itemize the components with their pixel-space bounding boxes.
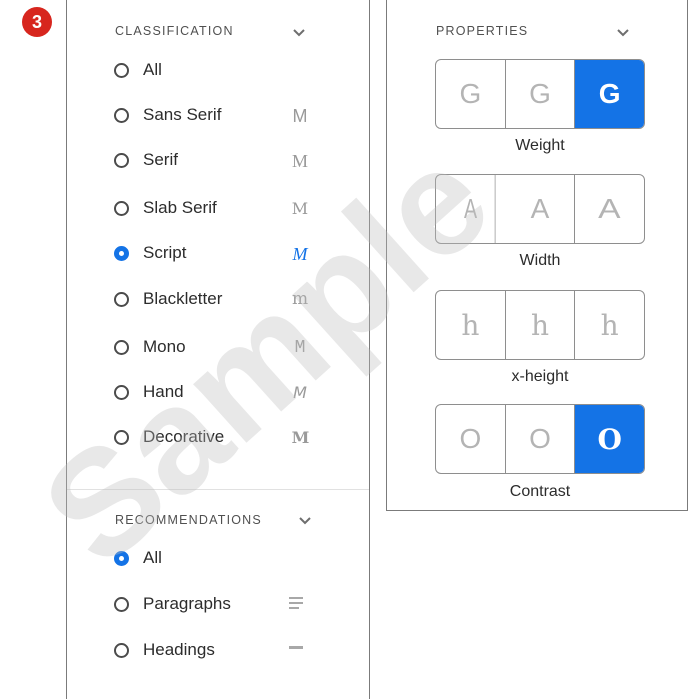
x-height-caption: x-height	[511, 368, 569, 385]
option-label: Slab Serif	[143, 198, 217, 217]
weight-selector: G G G	[435, 59, 645, 129]
recommendations-title: RECOMMENDATIONS	[115, 513, 262, 527]
option-label: Hand	[143, 382, 184, 401]
classification-option-slab-serif[interactable]: Slab Serif	[114, 193, 217, 223]
option-label: Blackletter	[143, 289, 223, 308]
serif-sample-icon: M	[291, 151, 308, 171]
contrast-low-option[interactable]: O	[436, 405, 506, 473]
blackletter-sample-icon: m	[291, 289, 309, 309]
chevron-down-icon[interactable]	[293, 27, 305, 39]
option-label: Sans Serif	[143, 105, 222, 124]
properties-panel: PROPERTIES G G G Weight A A A Width h h …	[386, 0, 688, 511]
contrast-caption: Contrast	[509, 483, 571, 500]
classification-option-blackletter[interactable]: Blackletter	[114, 284, 222, 314]
width-extended-option[interactable]: A	[568, 175, 644, 243]
option-label: Headings	[143, 640, 215, 659]
option-label: Decorative	[143, 427, 225, 446]
option-label: All	[143, 60, 162, 79]
classification-option-mono[interactable]: Mono	[114, 332, 186, 362]
chevron-down-icon[interactable]	[299, 515, 311, 527]
option-label: Script	[143, 243, 187, 262]
properties-title: PROPERTIES	[436, 24, 529, 38]
classification-title: CLASSIFICATION	[115, 24, 234, 38]
radio-button[interactable]	[114, 384, 129, 400]
radio-button-selected[interactable]	[114, 245, 129, 261]
slab-serif-sample-icon: M	[291, 199, 309, 218]
radio-button[interactable]	[114, 596, 129, 612]
option-label: All	[143, 548, 162, 567]
width-selector: A A A	[435, 174, 645, 244]
classification-option-serif[interactable]: Serif	[114, 145, 178, 175]
x-height-medium-option[interactable]: h	[506, 291, 576, 359]
radio-button[interactable]	[114, 642, 129, 658]
mono-sample-icon: M	[294, 338, 306, 358]
paragraph-lines-icon	[289, 597, 303, 612]
radio-button-selected[interactable]	[114, 550, 129, 566]
weight-bold-option[interactable]: G	[575, 60, 644, 128]
radio-button[interactable]	[114, 291, 129, 307]
radio-button[interactable]	[114, 107, 129, 123]
step-number-badge: 3	[22, 7, 52, 37]
hand-sample-icon: M	[293, 383, 307, 402]
classification-option-decorative[interactable]: Decorative	[114, 422, 224, 452]
chevron-down-icon[interactable]	[617, 27, 629, 39]
radio-button[interactable]	[114, 200, 129, 216]
option-label: Serif	[143, 150, 178, 169]
radio-button[interactable]	[114, 152, 129, 168]
recommendation-option-all[interactable]: All	[114, 543, 162, 573]
filter-panel: CLASSIFICATION All Sans Serif M Serif M …	[66, 0, 370, 699]
heading-lines-icon	[289, 646, 303, 652]
option-label: Paragraphs	[143, 594, 231, 613]
width-condensed-option[interactable]: A	[446, 175, 496, 243]
x-height-selector: h h h	[435, 290, 645, 360]
classification-option-all[interactable]: All	[114, 55, 162, 85]
script-sample-icon: M	[292, 244, 308, 264]
contrast-medium-option[interactable]: O	[506, 405, 576, 473]
section-divider	[67, 489, 369, 490]
x-height-low-option[interactable]: h	[436, 291, 506, 359]
option-label: Mono	[143, 337, 186, 356]
contrast-high-option[interactable]: O	[575, 405, 644, 473]
width-caption: Width	[519, 252, 561, 269]
weight-caption: Weight	[515, 137, 565, 154]
radio-button[interactable]	[114, 62, 129, 78]
recommendation-option-headings[interactable]: Headings	[114, 635, 215, 665]
radio-button[interactable]	[114, 429, 129, 445]
weight-regular-option[interactable]: G	[506, 60, 576, 128]
x-height-high-option[interactable]: h	[575, 291, 644, 359]
sans-serif-sample-icon: M	[292, 106, 308, 126]
contrast-selector: O O O	[435, 404, 645, 474]
weight-light-option[interactable]: G	[436, 60, 506, 128]
classification-option-sans-serif[interactable]: Sans Serif	[114, 100, 221, 130]
recommendation-option-paragraphs[interactable]: Paragraphs	[114, 589, 231, 619]
classification-option-hand[interactable]: Hand	[114, 377, 184, 407]
decorative-sample-icon: M	[291, 428, 310, 447]
width-normal-option[interactable]: A	[506, 175, 576, 243]
radio-button[interactable]	[114, 339, 129, 355]
classification-option-script[interactable]: Script	[114, 238, 186, 268]
